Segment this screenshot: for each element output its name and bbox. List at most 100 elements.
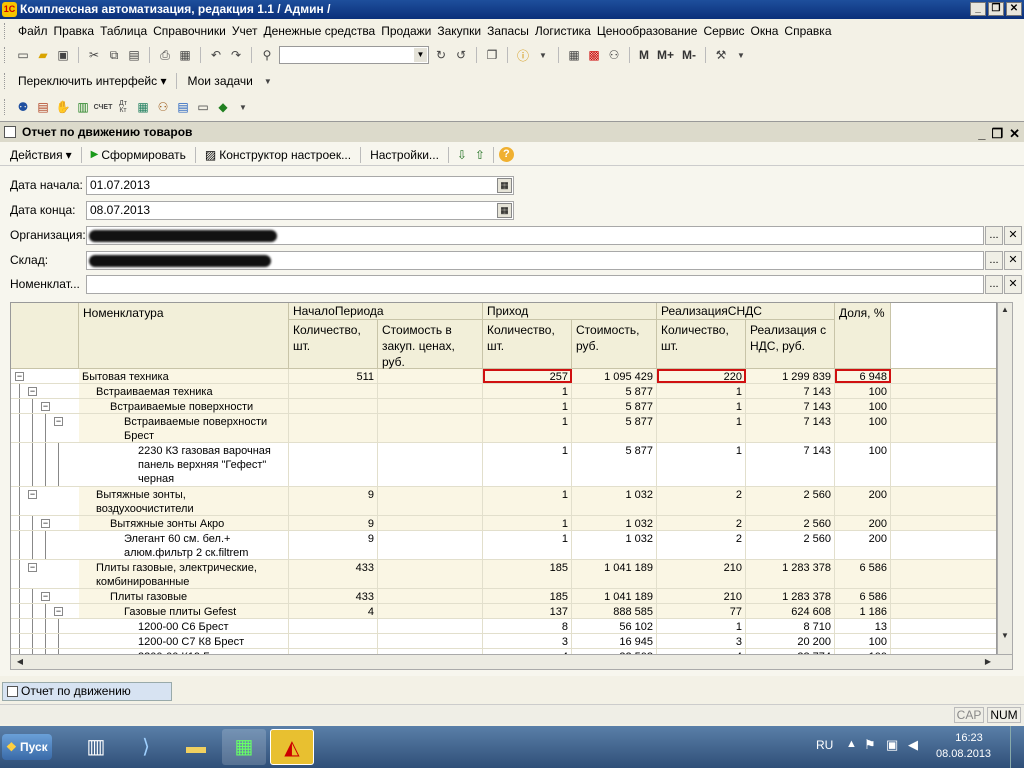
cell-rq[interactable]: 2 [657,531,746,559]
undo-icon[interactable]: ↶ [208,47,224,63]
cell-iq[interactable]: 185 [483,589,572,603]
handshake-icon[interactable]: ✋ [55,99,71,115]
menu-table[interactable]: Таблица [97,24,150,38]
dropdown-arrow-icon[interactable]: ▼ [260,73,276,89]
table-row[interactable]: Элегант 60 см. бел.+ алюм.фильтр 2 ск.fi… [11,531,996,560]
cell-sq[interactable]: 433 [289,560,378,588]
cell-sq[interactable]: 9 [289,531,378,559]
header-start-cost[interactable]: Стоимость в закуп. ценах, руб. [378,320,483,369]
cell-sq[interactable]: 433 [289,589,378,603]
cell-iq[interactable]: 1 [483,487,572,515]
preview-icon[interactable]: ▦ [177,47,193,63]
table-grid-icon[interactable]: ▦ [135,99,151,115]
cell-ic[interactable]: 5 877 [572,399,657,413]
collapse-toggle-icon[interactable]: − [28,490,37,499]
cell-sc[interactable] [378,399,483,413]
menu-pricing[interactable]: Ценообразование [594,24,701,38]
menu-windows[interactable]: Окна [748,24,782,38]
table-row[interactable]: − Встраиваемые поверхности 1 5 877 1 7 143 100 [11,399,996,414]
org-chart-icon[interactable]: ⚇ [155,99,171,115]
cell-sc[interactable] [378,414,483,442]
help-icon[interactable]: ? [498,147,514,162]
dropdown-arrow-icon[interactable]: ▼ [235,99,251,115]
cell-name[interactable]: Вытяжные зонты, воздухоочистители [79,487,289,515]
cell-rq[interactable]: 210 [657,560,746,588]
window-tab-report[interactable]: Отчет по движению товаров [2,682,172,715]
header-income-qty[interactable]: Количество, шт. [483,320,572,369]
cell-rq[interactable]: 2 [657,487,746,515]
cell-ic[interactable]: 1 041 189 [572,560,657,588]
cell-iq[interactable]: 257 [483,369,572,383]
cell-share[interactable]: 1 186 [835,604,891,618]
warehouse-clear-button[interactable]: ✕ [1004,250,1022,270]
organization-select-button[interactable]: ... [985,225,1003,245]
cell-ic[interactable]: 5 877 [572,384,657,398]
cell-share[interactable]: 13 [835,619,891,633]
table-row[interactable]: − Плиты газовые 433 185 1 041 189 210 1 283 37… [11,589,996,604]
cell-sq[interactable] [289,619,378,633]
menu-cash[interactable]: Денежные средства [260,24,378,38]
actions-menu-button[interactable]: Действия ▾ [6,148,76,162]
cell-ic[interactable]: 1 095 429 [572,369,657,383]
table-row[interactable]: − Встраиваемые поверхности Брест 1 5 877 1 7 … [11,414,996,443]
copy-icon[interactable]: ⧉ [106,47,122,63]
cell-sc[interactable] [378,560,483,588]
cell-rs[interactable]: 7 143 [746,399,835,413]
clock-time[interactable]: 16:23 [944,732,994,744]
search-combo-input[interactable] [279,46,429,64]
collapse-toggle-icon[interactable]: − [54,607,63,616]
settings-button[interactable]: Настройки... [366,148,443,162]
scroll-up-icon[interactable]: ▲ [998,303,1012,317]
header-income[interactable]: Приход [483,303,657,320]
scroll-left-icon[interactable]: ◀ [13,655,27,669]
header-income-cost[interactable]: Стоимость, руб. [572,320,657,369]
my-tasks-button[interactable]: Мои задачи [184,74,255,88]
collapse-toggle-icon[interactable]: − [28,563,37,572]
header-nomenclature[interactable]: Номенклатура [79,303,289,369]
new-document-icon[interactable]: ▭ [15,47,31,63]
warehouse-field[interactable] [86,250,984,270]
cell-name[interactable]: Элегант 60 см. бел.+ алюм.фильтр 2 ск.fi… [79,531,289,559]
books-icon[interactable]: ▤ [35,99,51,115]
table-row[interactable]: 1200-00 С7 К8 Брест 3 16 945 3 20 200 100 [11,634,996,649]
cell-sc[interactable] [378,369,483,383]
cell-ic[interactable]: 1 041 189 [572,589,657,603]
tray-expand-icon[interactable]: ▲ [846,738,857,750]
minimize-icon[interactable]: _ [970,2,986,16]
1c-app-icon[interactable]: ◭ [270,729,314,765]
header-sales-amount[interactable]: Реализация с НДС, руб. [746,320,835,369]
cell-ic[interactable]: 5 877 [572,414,657,442]
header-share[interactable]: Доля, % [835,303,891,369]
cell-rs[interactable]: 2 560 [746,487,835,515]
menu-accounting[interactable]: Учет [229,24,261,38]
search-icon[interactable]: ⚲ [259,47,275,63]
print-icon[interactable]: ⎙ [157,47,173,63]
load-settings-icon[interactable]: ⇩ [454,147,470,163]
cell-ic[interactable]: 1 032 [572,516,657,530]
table-row[interactable]: − Газовые плиты Gefest 4 137 888 585 77 624 60… [11,604,996,619]
people-icon[interactable]: ⚉ [15,99,31,115]
cell-rs[interactable]: 1 299 839 [746,369,835,383]
cell-sq[interactable] [289,414,378,442]
collapse-toggle-icon[interactable]: − [28,387,37,396]
calendar-icon[interactable]: ▦ [497,177,512,193]
cell-name[interactable]: Плиты газовые, электрические, комбиниров… [79,560,289,588]
cell-sc[interactable] [378,516,483,530]
save-icon[interactable]: ▣ [55,47,71,63]
memory-add-button[interactable]: M+ [655,48,676,62]
network-icon[interactable]: ▣ [886,737,898,753]
dropdown-arrow-icon[interactable]: ▼ [733,47,749,63]
cut-icon[interactable]: ✂ [86,47,102,63]
cell-iq[interactable]: 1 [483,531,572,559]
cell-rs[interactable]: 7 143 [746,384,835,398]
cell-rs[interactable]: 8 710 [746,619,835,633]
cell-ic[interactable]: 1 032 [572,531,657,559]
cell-rq[interactable]: 210 [657,589,746,603]
cell-share[interactable]: 200 [835,487,891,515]
info-icon[interactable]: ⓘ [515,47,531,63]
cell-rs[interactable]: 20 200 [746,634,835,648]
cell-sc[interactable] [378,443,483,486]
report-table[interactable]: Номенклатура НачалоПериода Приход Реализ… [10,302,997,662]
calculator-icon[interactable]: ▦ [566,47,582,63]
cell-rs[interactable]: 2 560 [746,516,835,530]
